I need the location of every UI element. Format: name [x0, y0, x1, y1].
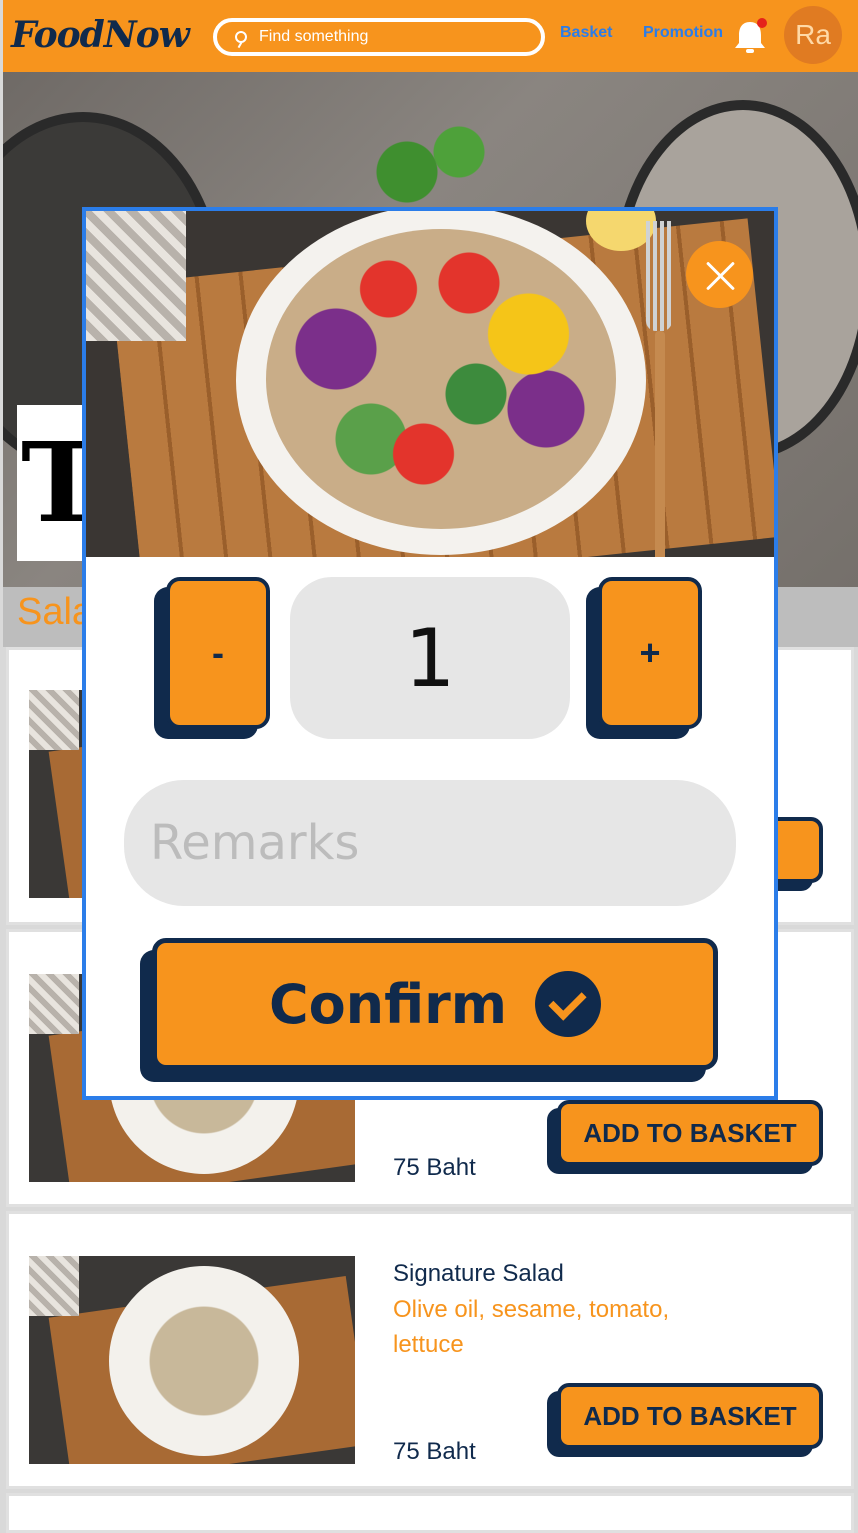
- minus-label: -: [166, 577, 270, 729]
- add-to-basket-button[interactable]: ADD TO BASKET: [547, 1100, 823, 1174]
- search-input[interactable]: [257, 27, 517, 47]
- close-button[interactable]: [686, 241, 753, 308]
- avatar[interactable]: Ra: [784, 6, 842, 64]
- add-to-basket-label: ADD TO BASKET: [557, 1383, 823, 1449]
- confirm-button[interactable]: Confirm: [140, 938, 718, 1082]
- add-to-basket-button[interactable]: ADD TO BASKET: [547, 1383, 823, 1457]
- food-description: Olive oil, sesame, tomato, lettuce: [393, 1296, 670, 1358]
- nav-promotion-link[interactable]: Promotion: [643, 24, 723, 42]
- search-bar[interactable]: [213, 18, 545, 56]
- hero-herbs: [303, 112, 563, 212]
- close-icon: [705, 260, 735, 290]
- food-name: Signature Salad: [393, 1260, 564, 1287]
- food-price: 75 Baht: [393, 1154, 476, 1181]
- app-logo[interactable]: FoodNow: [11, 14, 190, 56]
- food-image: [29, 1256, 355, 1464]
- decrease-quantity-button[interactable]: -: [154, 577, 270, 739]
- confirm-label: Confirm: [268, 972, 508, 1036]
- check-icon: [535, 971, 602, 1037]
- menu-item: Signature Salad Olive oil, sesame, tomat…: [6, 1211, 854, 1489]
- notification-bell[interactable]: [731, 18, 769, 56]
- food-price: 75 Baht: [393, 1438, 476, 1465]
- app-header: FoodNow Basket Promotion Ra: [3, 0, 858, 72]
- remarks-input[interactable]: [124, 780, 736, 906]
- modal-food-image: [86, 211, 774, 557]
- notification-dot: [757, 18, 767, 28]
- search-icon: [235, 31, 247, 43]
- increase-quantity-button[interactable]: +: [586, 577, 702, 739]
- plus-label: +: [598, 577, 702, 729]
- quantity-display: 1: [290, 577, 570, 739]
- menu-item: [6, 1493, 854, 1533]
- add-item-modal: - 1 + Confirm: [82, 207, 778, 1100]
- add-to-basket-label: ADD TO BASKET: [557, 1100, 823, 1166]
- nav-basket-link[interactable]: Basket: [560, 24, 612, 42]
